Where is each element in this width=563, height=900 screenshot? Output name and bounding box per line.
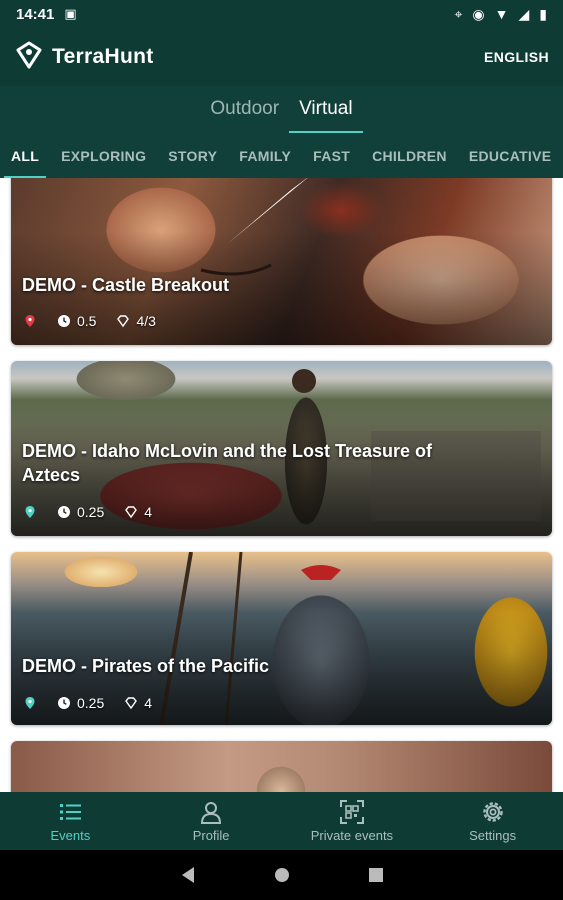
- event-list[interactable]: DEMO - Castle Breakout 0.5 4/3 DEMO - Id…: [0, 178, 563, 792]
- language-button[interactable]: ENGLISH: [484, 49, 549, 65]
- event-title: DEMO - Castle Breakout: [22, 275, 230, 295]
- recents-icon[interactable]: [368, 867, 384, 883]
- nav-profile-label: Profile: [192, 828, 230, 843]
- event-gems: 4/3: [136, 313, 156, 329]
- tab-outdoor[interactable]: Outdoor: [200, 86, 289, 136]
- nav-private-events-label: Private events: [310, 828, 394, 843]
- status-bar: 14:41 ▣ ⌖ ◉ ▼ ◢ ▮: [0, 0, 563, 28]
- clock-icon: [58, 315, 70, 327]
- diamond-icon: [125, 697, 138, 710]
- nav-private-events[interactable]: Private events: [282, 792, 423, 850]
- category-tabs: ALL EXPLORING STORY FAMILY FAST CHILDREN…: [0, 136, 563, 178]
- category-all[interactable]: ALL: [0, 136, 50, 178]
- event-card[interactable]: [11, 741, 552, 792]
- system-navigation-bar: [0, 850, 563, 900]
- category-children[interactable]: CHILDREN: [361, 136, 458, 178]
- home-icon[interactable]: [274, 867, 290, 883]
- location-pin-icon: [25, 506, 35, 518]
- event-card[interactable]: DEMO - Pirates of the Pacific 0.25 4: [11, 552, 552, 725]
- nav-settings-label: Settings: [469, 828, 517, 843]
- battery-icon: ▮: [539, 5, 547, 22]
- location-icon: ⌖: [454, 5, 463, 22]
- app-title: TerraHunt: [52, 45, 154, 68]
- signal-icon: ◢: [518, 5, 530, 22]
- vibrate-icon: ◉: [472, 5, 485, 22]
- back-icon[interactable]: [180, 866, 196, 884]
- event-card[interactable]: DEMO - Idaho McLovin and the Lost Treasu…: [11, 361, 552, 536]
- nav-events[interactable]: Events: [0, 792, 141, 850]
- event-meta: 0.5 4/3: [23, 313, 156, 329]
- category-exploring[interactable]: EXPLORING: [50, 136, 157, 178]
- location-pin-icon: [25, 315, 35, 327]
- event-gems: 4: [144, 695, 153, 711]
- tab-virtual[interactable]: Virtual: [289, 86, 363, 136]
- nav-profile[interactable]: Profile: [141, 792, 282, 850]
- diamond-icon: [125, 506, 138, 519]
- mode-tabs: Outdoor Virtual: [0, 86, 563, 136]
- category-story[interactable]: STORY: [157, 136, 228, 178]
- location-pin-icon: [25, 697, 35, 709]
- event-duration: 0.5: [77, 313, 97, 329]
- event-title: DEMO - Pirates of the Pacific: [22, 656, 270, 676]
- event-card[interactable]: DEMO - Castle Breakout 0.5 4/3: [11, 178, 552, 345]
- bottom-navigation: Events Profile Private events Settings: [0, 792, 563, 850]
- nav-events-label: Events: [50, 828, 91, 843]
- status-time: 14:41: [16, 5, 55, 23]
- logo-icon: [16, 41, 42, 74]
- wifi-icon: ▼: [494, 6, 509, 22]
- clock-icon: [58, 506, 70, 518]
- qr-scan-icon: [339, 800, 364, 824]
- event-duration: 0.25: [77, 504, 105, 520]
- nav-settings[interactable]: Settings: [422, 792, 563, 850]
- list-icon: [60, 804, 82, 820]
- event-gems: 4: [144, 504, 153, 520]
- clock-icon: [58, 697, 70, 709]
- app-bar: TerraHunt ENGLISH: [0, 28, 563, 86]
- event-title: DEMO - Idaho McLovin and the Lost Treasu…: [22, 441, 433, 485]
- diamond-icon: [117, 315, 130, 328]
- event-meta: 0.25 4: [23, 695, 152, 711]
- category-family[interactable]: FAMILY: [228, 136, 302, 178]
- person-icon: [201, 802, 222, 824]
- event-duration: 0.25: [77, 695, 105, 711]
- gear-icon: [482, 802, 503, 822]
- event-image: [11, 741, 552, 792]
- notification-icon: ▣: [64, 6, 77, 21]
- event-meta: 0.25 4: [23, 504, 152, 520]
- category-educative[interactable]: EDUCATIVE: [458, 136, 563, 178]
- category-fast[interactable]: FAST: [302, 136, 361, 178]
